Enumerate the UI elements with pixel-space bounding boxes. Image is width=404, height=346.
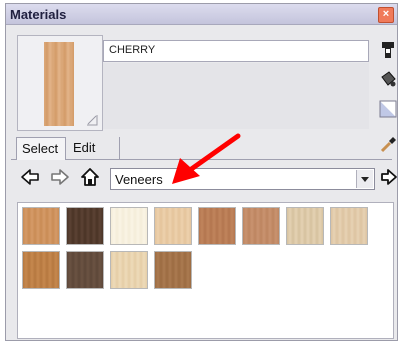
material-swatch-8[interactable]	[330, 207, 368, 245]
title-bar[interactable]: Materials ×	[6, 4, 397, 25]
back-arrow-icon[interactable]	[20, 167, 40, 187]
tab-edit[interactable]: Edit	[68, 137, 120, 159]
material-swatch-1[interactable]	[22, 207, 60, 245]
tab-select[interactable]: Select	[16, 137, 66, 160]
material-swatch-11[interactable]	[110, 251, 148, 289]
forward-arrow-icon[interactable]	[50, 167, 70, 187]
close-button[interactable]: ×	[378, 7, 394, 23]
sample-material-icon[interactable]	[378, 99, 398, 119]
material-swatch-10[interactable]	[66, 251, 104, 289]
material-swatch-9[interactable]	[22, 251, 60, 289]
material-swatch-3[interactable]	[110, 207, 148, 245]
materials-grid	[17, 202, 394, 339]
material-preview[interactable]	[17, 35, 103, 131]
material-info-area	[103, 63, 369, 129]
home-icon[interactable]	[80, 167, 100, 187]
window-title: Materials	[10, 7, 67, 22]
material-swatch-2[interactable]	[66, 207, 104, 245]
details-arrow-icon[interactable]	[378, 167, 398, 187]
library-selected: Veneers	[115, 172, 163, 187]
material-swatch-12[interactable]	[154, 251, 192, 289]
material-swatch-5[interactable]	[198, 207, 236, 245]
materials-panel: Materials × CHERRY Select Edit Veneers	[5, 3, 398, 341]
chevron-down-icon[interactable]	[356, 170, 373, 188]
paint-bucket-icon[interactable]	[378, 69, 398, 89]
resize-corner-icon	[87, 115, 98, 126]
eyedropper-icon[interactable]	[378, 134, 398, 154]
material-swatch-6[interactable]	[242, 207, 280, 245]
material-name-field[interactable]: CHERRY	[103, 40, 369, 62]
material-swatch-7[interactable]	[286, 207, 324, 245]
current-material-swatch	[44, 42, 74, 126]
annotation-arrow-icon	[172, 133, 241, 184]
material-swatch-4[interactable]	[154, 207, 192, 245]
create-material-icon[interactable]	[378, 40, 398, 60]
